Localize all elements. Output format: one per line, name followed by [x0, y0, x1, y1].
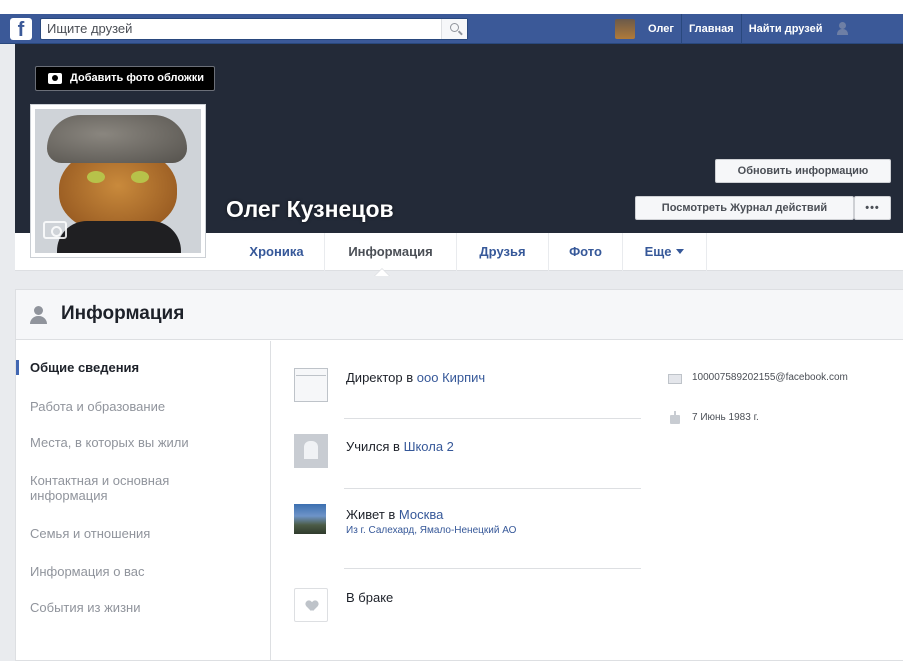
- city-thumbnail[interactable]: [294, 504, 326, 534]
- tab-friends[interactable]: Друзья: [457, 233, 549, 271]
- nav-profile-link[interactable]: Олег: [641, 14, 682, 44]
- email-icon: [668, 374, 682, 384]
- heart-icon: [306, 601, 318, 611]
- top-bar: f Олег Главная Найти друзей: [0, 0, 903, 44]
- work-entry: Директор в ооо Кирпич: [346, 370, 485, 385]
- school-icon: [294, 434, 328, 468]
- sidebar-item-overview[interactable]: Общие сведения: [16, 360, 270, 375]
- birthday-cake-icon: [670, 411, 680, 424]
- current-city-entry: Живет в Москва: [346, 507, 443, 522]
- top-nav: Олег Главная Найти друзей: [615, 14, 855, 44]
- sidebar-item-places-lived[interactable]: Места, в которых вы жили: [16, 435, 270, 450]
- row-divider: [344, 488, 641, 489]
- tab-more[interactable]: Еще: [623, 233, 707, 271]
- person-icon: [30, 306, 48, 324]
- cat-body-shape: [57, 221, 181, 253]
- tab-more-label: Еще: [644, 244, 672, 259]
- update-info-button[interactable]: Обновить информацию: [715, 159, 891, 183]
- search-box: [40, 18, 468, 40]
- search-icon: [450, 23, 459, 32]
- profile-picture-frame[interactable]: [30, 104, 206, 258]
- tab-timeline[interactable]: Хроника: [229, 233, 325, 271]
- email-address[interactable]: 100007589202155@facebook.com: [692, 371, 892, 384]
- sidebar-item-contact-info[interactable]: Контактная и основная информация: [16, 473, 236, 503]
- camera-icon: [48, 73, 62, 84]
- sidebar-item-family-relationships[interactable]: Семья и отношения: [16, 526, 270, 541]
- tab-photos[interactable]: Фото: [549, 233, 623, 271]
- facebook-logo-icon[interactable]: f: [10, 18, 32, 40]
- flat-cap-shape: [47, 115, 187, 163]
- nav-find-friends-link[interactable]: Найти друзей: [742, 14, 830, 44]
- about-panel-title: Информация: [61, 303, 185, 324]
- education-prefix: Учился в: [346, 439, 404, 454]
- relationship-status: В браке: [346, 590, 394, 605]
- sidebar-divider: [270, 341, 271, 661]
- activity-log-button[interactable]: Посмотреть Журнал действий: [635, 196, 854, 220]
- tab-about[interactable]: Информация: [325, 233, 457, 271]
- work-company-link[interactable]: ооо Кирпич: [417, 370, 485, 385]
- cat-eye-left: [87, 171, 105, 183]
- lives-prefix: Живет в: [346, 507, 399, 522]
- about-panel: Информация Общие сведения Работа и образ…: [15, 289, 903, 661]
- row-divider: [344, 418, 641, 419]
- briefcase-icon: [294, 368, 328, 402]
- sidebar-item-details-about-you[interactable]: Информация о вас: [16, 564, 270, 579]
- add-cover-label: Добавить фото обложки: [70, 72, 204, 84]
- friend-requests-icon[interactable]: [837, 22, 855, 36]
- current-city-link[interactable]: Москва: [399, 507, 443, 522]
- work-prefix: Директор в: [346, 370, 417, 385]
- sidebar-item-work-education[interactable]: Работа и образование: [16, 399, 270, 414]
- heart-icon-box: [294, 588, 328, 622]
- nav-home-link[interactable]: Главная: [682, 14, 742, 44]
- user-avatar-icon[interactable]: [615, 19, 635, 39]
- add-cover-photo-button[interactable]: Добавить фото обложки: [35, 66, 215, 91]
- education-entry: Учился в Школа 2: [346, 439, 454, 454]
- blue-navigation-bar: f Олег Главная Найти друзей: [0, 14, 903, 44]
- row-divider: [344, 568, 641, 569]
- active-tab-indicator: [374, 268, 390, 276]
- about-panel-header: Информация: [16, 290, 903, 340]
- education-school-link[interactable]: Школа 2: [404, 439, 454, 454]
- sidebar-item-life-events[interactable]: События из жизни: [16, 600, 270, 615]
- search-input[interactable]: [47, 21, 437, 36]
- update-photo-camera-icon[interactable]: [43, 221, 67, 239]
- chevron-down-icon: [676, 249, 685, 254]
- profile-name[interactable]: Олег Кузнецов: [226, 196, 394, 223]
- birthday-date: 7 Июнь 1983 г.: [692, 412, 759, 423]
- hometown-link[interactable]: Из г. Салехард, Ямало-Ненецкий АО: [346, 525, 516, 536]
- profile-picture: [35, 109, 201, 253]
- cat-eye-right: [131, 171, 149, 183]
- more-options-button[interactable]: •••: [854, 196, 891, 220]
- search-button[interactable]: [441, 19, 467, 39]
